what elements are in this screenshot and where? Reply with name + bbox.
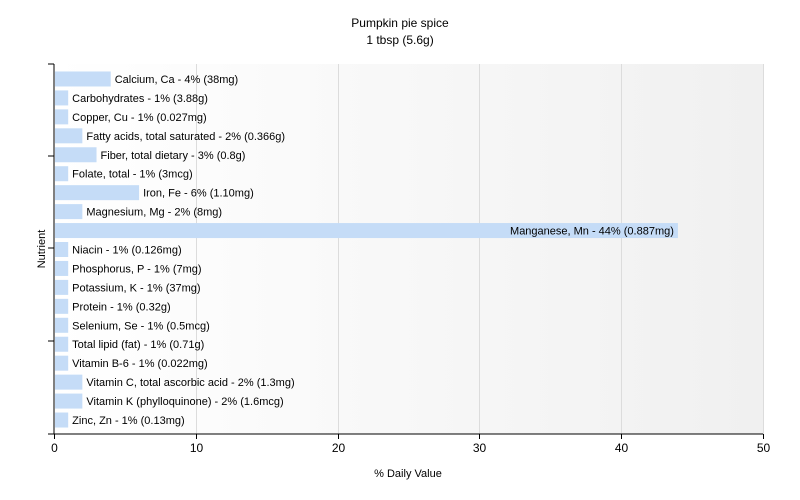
x-axis-label: % Daily Value	[374, 468, 442, 480]
x-tick-label: 40	[615, 441, 629, 455]
bar-label: Vitamin C, total ascorbic acid - 2% (1.3…	[86, 377, 294, 389]
x-tick-label: 20	[332, 441, 346, 455]
bar	[55, 128, 83, 144]
chart-title: Pumpkin pie spice	[351, 16, 449, 30]
nutrient-bar-chart: Calcium, Ca - 4% (38mg) Carbohydrates - 1…	[36, 16, 770, 480]
bar	[55, 71, 111, 87]
bar	[55, 412, 69, 428]
bar-label: Vitamin B-6 - 1% (0.022mg)	[72, 358, 208, 370]
bar-label: Calcium, Ca - 4% (38mg)	[115, 74, 238, 86]
bar	[55, 260, 69, 276]
bar-label: Fatty acids, total saturated - 2% (0.366…	[86, 131, 285, 143]
bar-label: Protein - 1% (0.32g)	[72, 301, 170, 313]
bar-label: Folate, total - 1% (3mcg)	[72, 169, 192, 181]
y-axis-label: Nutrient	[36, 230, 48, 269]
bar	[55, 279, 69, 295]
bar	[55, 298, 69, 314]
bar-label: Total lipid (fat) - 1% (0.71g)	[72, 339, 204, 351]
x-tick-label: 0	[51, 441, 58, 455]
bar-label: Manganese, Mn - 44% (0.887mg)	[510, 226, 674, 238]
bar	[55, 317, 69, 333]
bar-label: Selenium, Se - 1% (0.5mcg)	[72, 320, 210, 332]
bar	[55, 147, 97, 163]
x-tick-label: 30	[473, 441, 487, 455]
bar-label: Potassium, K - 1% (37mg)	[72, 282, 200, 294]
bar-label: Iron, Fe - 6% (1.10mg)	[143, 188, 254, 200]
bar-label: Fiber, total dietary - 3% (0.8g)	[101, 150, 246, 162]
x-tick-label: 10	[190, 441, 204, 455]
bar-label: Carbohydrates - 1% (3.88g)	[72, 93, 208, 105]
bar-label: Niacin - 1% (0.126mg)	[72, 245, 181, 257]
bar	[55, 204, 83, 220]
bar	[55, 374, 83, 390]
bar	[55, 393, 83, 409]
chart-subtitle: 1 tbsp (5.6g)	[366, 33, 433, 47]
x-ticks: 0 10 20 30 40 50	[51, 434, 770, 455]
bar	[55, 90, 69, 106]
bar-label: Copper, Cu - 1% (0.027mg)	[72, 112, 207, 124]
bar	[55, 242, 69, 257]
bar-label: Vitamin K (phylloquinone) - 2% (1.6mcg)	[86, 396, 283, 408]
bar	[55, 355, 69, 371]
bar	[55, 166, 69, 182]
bar-label: Phosphorus, P - 1% (7mg)	[72, 263, 201, 275]
x-tick-label: 50	[757, 441, 771, 455]
bar-label: Zinc, Zn - 1% (0.13mg)	[72, 415, 184, 427]
bar	[55, 109, 69, 125]
bar	[55, 336, 69, 352]
bar-label: Magnesium, Mg - 2% (8mg)	[86, 207, 222, 219]
bar	[55, 185, 140, 201]
